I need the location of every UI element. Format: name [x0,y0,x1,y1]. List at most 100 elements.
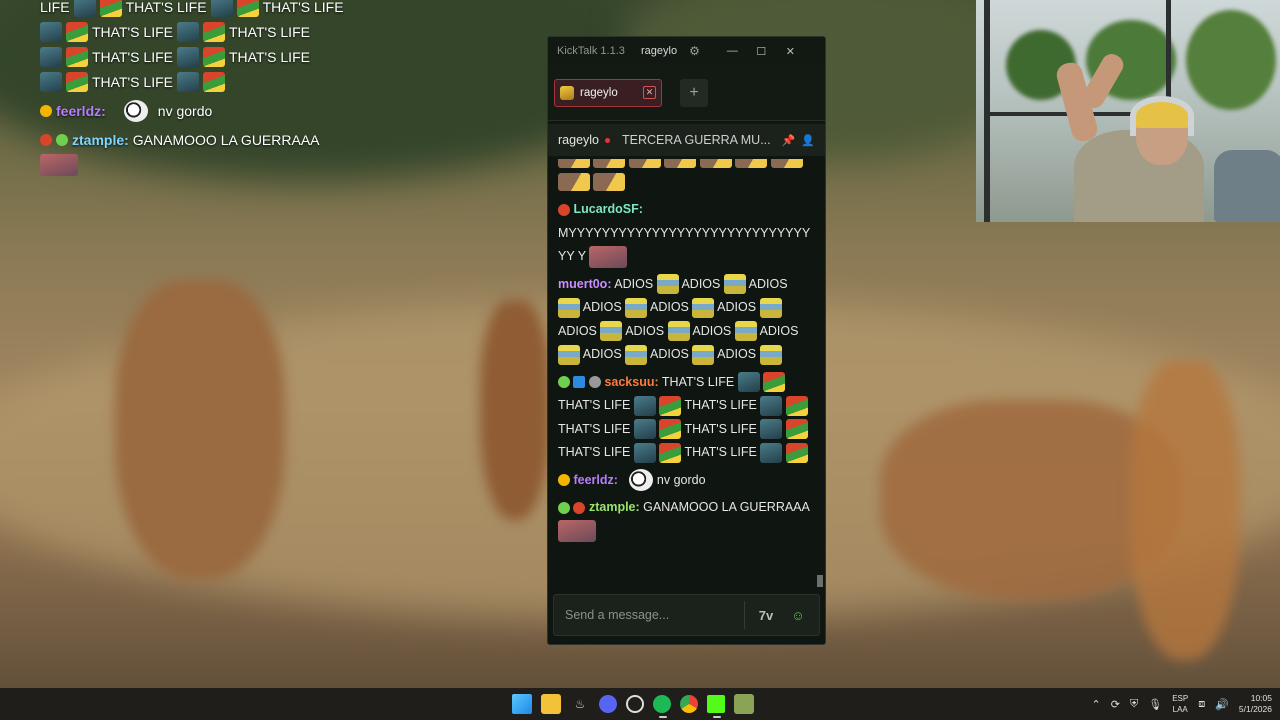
overlay-text: THAT'S LIFE [228,23,310,40]
live-indicator-icon [605,137,610,143]
sponge-emote-icon [759,297,782,318]
tab-close-icon[interactable]: ✕ [643,86,656,99]
chat-messages[interactable]: LucardoSF: MYYYYYYYYYYYYYYYYYYYYYYYYYYYY… [558,159,812,587]
chat-message: LucardoSF: MYYYYYYYYYYYYYYYYYYYYYYYYYYYY… [558,198,812,269]
emote-icon [73,0,96,17]
tab-rageylo[interactable]: rageylo ✕ [554,78,662,107]
user-icon[interactable]: 👤 [801,134,815,147]
spotify-icon[interactable] [653,695,671,718]
file-explorer-icon[interactable] [541,694,561,714]
badge-icon [40,133,52,146]
emote-icon [202,46,225,67]
chat-text: nv gordo [656,472,706,487]
kicktalk-window: KickTalk 1.1.3 rageylo ⚙ — ☐ ✕ rageylo ✕… [547,36,826,645]
pin-icon[interactable]: 📌 [782,134,796,147]
scrollbar[interactable] [817,575,823,587]
overlay-text: THAT'S LIFE [125,0,207,15]
kick-icon[interactable] [707,695,725,718]
stream-username[interactable]: rageylo [558,133,599,147]
emote-icon [236,0,259,17]
emote-icon [785,442,808,463]
divider [744,601,745,629]
emote-icon [176,46,199,67]
tab-label: rageylo [580,86,618,99]
chat-text: THAT'S LIFE [684,398,757,412]
emote-icon [633,419,656,440]
badge-icon [588,376,601,389]
chat-text: ADIOS [625,323,665,338]
maximize-icon[interactable]: ☐ [747,45,776,58]
cam-tree [1186,10,1276,110]
stream-info-bar: rageylo TERCERA GUERRA MU... 📌 👤 [548,124,825,156]
emote-icon [210,0,233,17]
chat-username[interactable]: ztample: [589,500,640,514]
app-title: KickTalk 1.1.3 [557,45,625,57]
language-top: ESP [1172,694,1189,703]
emote-icon [633,395,656,416]
close-icon[interactable]: ✕ [776,45,805,58]
settings-gear-icon[interactable]: ⚙ [689,44,700,58]
add-tab-button[interactable]: + [680,78,708,107]
7tv-emote-icon[interactable]: 7v [755,608,777,623]
deer-far-right [1130,360,1240,660]
deer-middle [480,300,550,520]
chat-message: feerldz: nv gordo [558,469,812,493]
message-input[interactable] [565,608,734,622]
chat-text: THAT'S LIFE [684,445,757,459]
sponge-emote-icon [558,344,580,365]
volume-icon[interactable]: 🔊 [1215,698,1229,711]
network-icon[interactable]: ⧈ [1198,698,1205,711]
chat-username[interactable]: muert0o: [558,277,611,291]
deer-left [115,280,285,580]
sponge-emote-icon [600,321,623,342]
sponge-emote-icon [656,274,679,295]
emote-icon [99,0,122,17]
shield-icon[interactable]: ⛨ [1130,698,1138,711]
badge-icon [558,203,570,216]
chat-text: ADIOS [759,323,799,338]
emote-icon [785,395,808,416]
chat-username[interactable]: feerldz: [573,473,617,487]
overlay-text: LIFE [40,0,70,15]
emote-icon [659,442,682,463]
emote-icon [66,21,88,42]
overlay-line: THAT'S LIFE [40,69,360,94]
overlay-line: THAT'S LIFE THAT'S LIFE [40,44,360,69]
chrome-icon[interactable] [680,695,698,713]
minimize-icon[interactable]: — [718,45,747,57]
microphone-icon[interactable]: 🎙 [1148,698,1162,711]
face-emote-icon [558,520,596,543]
taskbar-apps: ♨ [512,688,754,720]
emote-icon [202,71,225,92]
chat-username[interactable]: LucardoSF: [573,202,642,216]
cat-emote-icon [593,173,626,192]
face-emote-icon [589,245,628,268]
emote-icon [763,372,786,393]
discord-icon[interactable] [599,695,617,713]
emote-icon [633,442,656,463]
chat-message: muert0o: ADIOS ADIOS ADIOS ADIOS ADIOS A… [558,273,812,367]
steam-icon[interactable]: ♨ [570,694,590,714]
clock[interactable]: 10:05 5/1/2026 [1239,693,1272,715]
cat-emote-icon [735,159,768,168]
title-username[interactable]: rageylo [641,45,677,57]
overlay-line [40,152,360,177]
chat-username[interactable]: sacksuu: [604,375,658,389]
kicktalk-icon[interactable] [734,694,754,714]
obs-icon[interactable] [626,695,644,713]
chat-text: ADIOS [558,323,597,338]
sponge-emote-icon [692,297,715,318]
titlebar[interactable]: KickTalk 1.1.3 rageylo ⚙ — ☐ ✕ [548,37,825,65]
emote-icon [659,395,682,416]
language-indicator[interactable]: ESP LAA [1172,693,1188,715]
chat-text: ADIOS [681,276,721,291]
face-emote-icon [40,153,78,176]
chat-text: GANAMOOO LA GUERRAAA [643,500,810,514]
chat-text: ADIOS [614,276,654,291]
sync-icon[interactable]: ⟳ [1111,698,1120,711]
windows-start-icon[interactable] [512,694,532,714]
language-bottom: LAA [1172,705,1188,714]
dog-emote-icon [123,99,148,122]
chevron-up-icon[interactable]: ⌃ [1092,698,1101,711]
kick-emote-icon[interactable]: ☺ [787,608,809,623]
